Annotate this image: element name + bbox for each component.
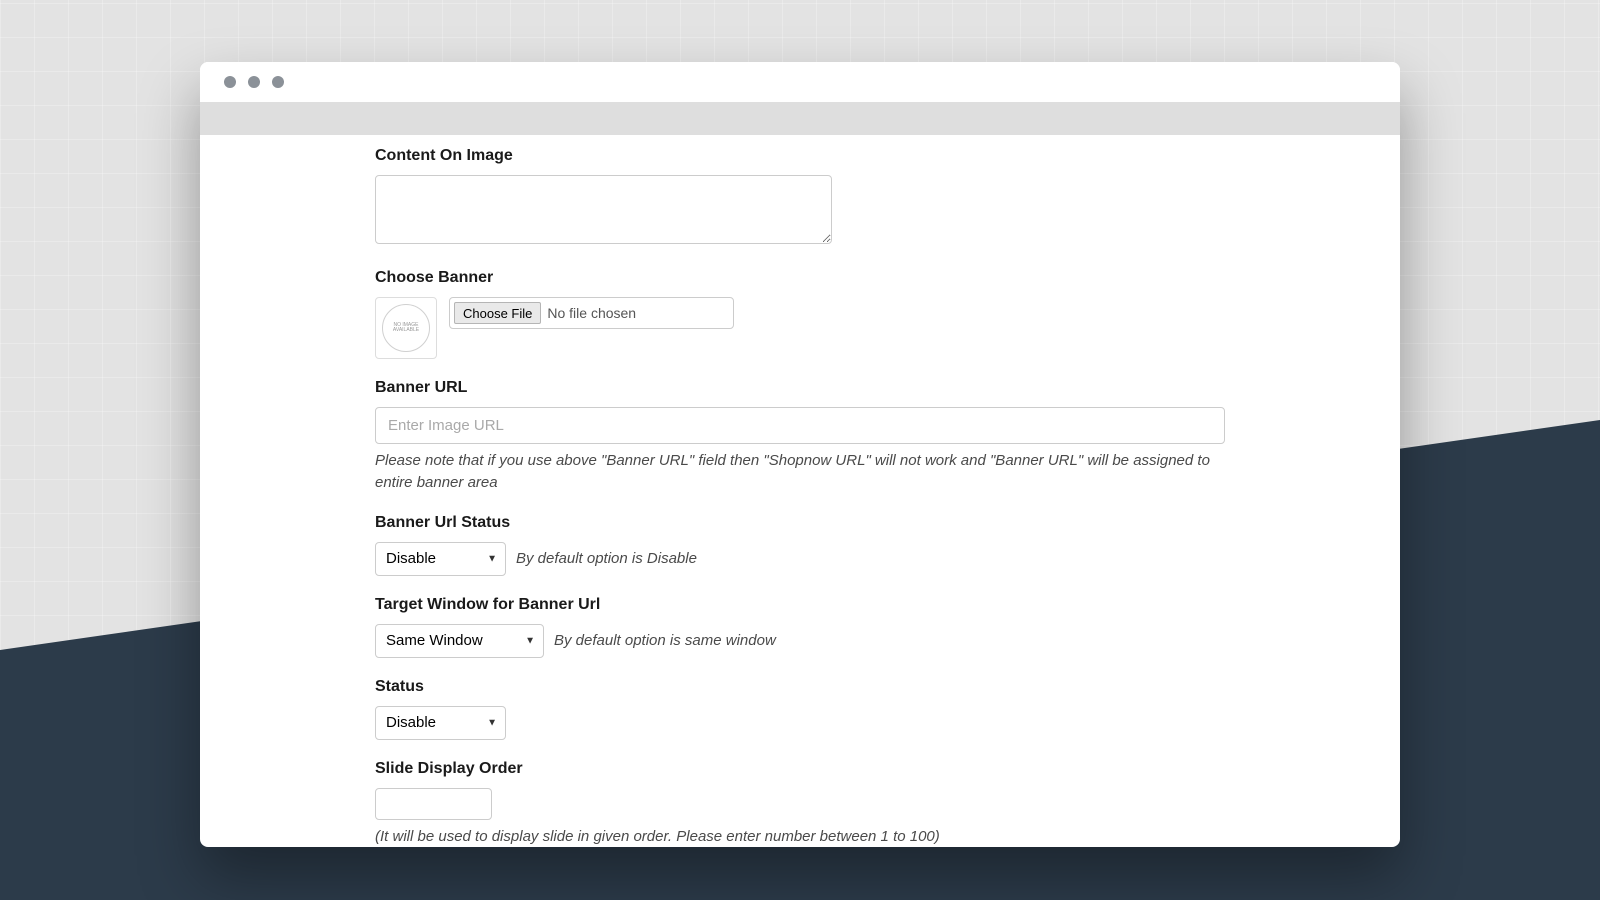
chevron-down-icon: ▼ xyxy=(487,717,497,728)
label-slide-display-order: Slide Display Order xyxy=(375,760,1225,778)
chevron-down-icon: ▼ xyxy=(487,553,497,564)
slide-display-order-input[interactable] xyxy=(375,788,492,820)
status-select[interactable]: Disable ▼ xyxy=(375,706,506,740)
banner-url-status-value: Disable xyxy=(386,550,436,567)
label-target-window: Target Window for Banner Url xyxy=(375,596,1225,614)
target-window-hint: By default option is same window xyxy=(554,630,776,652)
status-value: Disable xyxy=(386,714,436,731)
form-content: Content On Image Choose Banner NO IMAGE … xyxy=(200,135,1400,847)
label-banner-url: Banner URL xyxy=(375,379,1225,397)
target-window-select[interactable]: Same Window ▼ xyxy=(375,624,544,658)
window-toolbar-strip xyxy=(200,102,1400,135)
banner-url-hint: Please note that if you use above "Banne… xyxy=(375,450,1225,494)
label-status: Status xyxy=(375,678,1225,696)
target-window-value: Same Window xyxy=(386,632,483,649)
label-choose-banner: Choose Banner xyxy=(375,269,1225,287)
chevron-down-icon: ▼ xyxy=(525,635,535,646)
file-input-wrapper[interactable]: Choose File No file chosen xyxy=(449,297,734,329)
no-image-available-icon: NO IMAGE AVAILABLE xyxy=(382,304,430,352)
browser-window: Content On Image Choose Banner NO IMAGE … xyxy=(200,62,1400,847)
slide-display-order-hint: (It will be used to display slide in giv… xyxy=(375,826,1225,848)
label-content-on-image: Content On Image xyxy=(375,147,1225,165)
window-titlebar xyxy=(200,62,1400,102)
banner-url-status-hint: By default option is Disable xyxy=(516,548,697,570)
file-chosen-status: No file chosen xyxy=(547,305,636,321)
label-banner-url-status: Banner Url Status xyxy=(375,514,1225,532)
window-dot-1 xyxy=(224,76,236,88)
banner-url-input[interactable] xyxy=(375,407,1225,444)
choose-file-button[interactable]: Choose File xyxy=(454,302,541,324)
content-on-image-textarea[interactable] xyxy=(375,175,832,244)
window-dot-3 xyxy=(272,76,284,88)
window-dot-2 xyxy=(248,76,260,88)
banner-thumbnail: NO IMAGE AVAILABLE xyxy=(375,297,437,359)
banner-url-status-select[interactable]: Disable ▼ xyxy=(375,542,506,576)
